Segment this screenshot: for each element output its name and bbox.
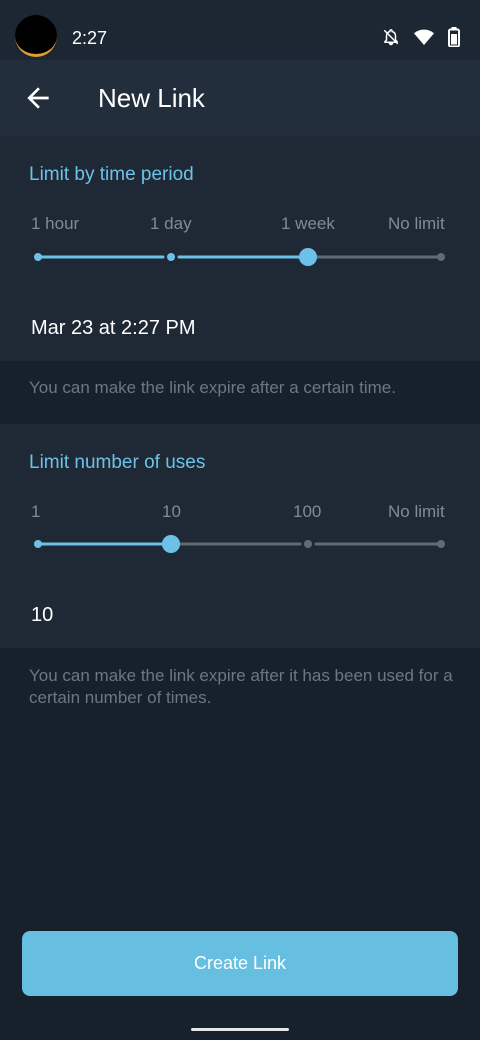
slider-stop-dot	[437, 540, 445, 548]
slider-stop-dot	[167, 253, 175, 261]
slider-stop-dot	[304, 540, 312, 548]
uses-section: Limit number of uses 1 10 100 No limit 1…	[0, 424, 480, 648]
uses-hint: You can make the link expire after it ha…	[29, 666, 453, 707]
app-bar: New Link	[0, 60, 480, 136]
avatar	[15, 15, 57, 57]
back-button[interactable]	[22, 82, 54, 114]
uses-tick-label: 1	[31, 502, 41, 521]
uses-slider[interactable]	[34, 534, 445, 554]
home-indicator	[191, 1028, 289, 1031]
time-period-slider[interactable]	[34, 247, 445, 267]
time-period-title: Limit by time period	[29, 164, 194, 185]
uses-tick-label: 10	[162, 502, 181, 521]
battery-icon	[448, 27, 460, 47]
slider-stop-dot	[34, 253, 42, 261]
create-link-label: Create Link	[193, 953, 287, 973]
bell-off-icon	[382, 28, 400, 46]
slider-stop-dot	[34, 540, 42, 548]
time-tick-label: 1 hour	[31, 214, 80, 233]
uses-value: 10	[31, 604, 54, 626]
expiry-date-value: Mar 23 at 2:27 PM	[31, 317, 196, 339]
uses-title: Limit number of uses	[29, 452, 206, 473]
arrow-left-icon	[27, 87, 49, 109]
uses-tick-label: 100	[293, 502, 322, 521]
status-icons	[382, 27, 460, 47]
slider-stop-dot	[437, 253, 445, 261]
status-bar: 2:27	[0, 0, 480, 60]
time-period-section: Limit by time period 1 hour 1 day 1 week…	[0, 136, 480, 361]
page-title: New Link	[98, 83, 205, 113]
time-period-hint: You can make the link expire after a cer…	[29, 378, 396, 397]
status-time: 2:27	[72, 28, 108, 48]
create-link-button[interactable]: Create Link	[22, 931, 458, 996]
wifi-icon	[414, 29, 434, 46]
time-tick-label: 1 day	[150, 214, 192, 233]
time-tick-label: No limit	[388, 214, 445, 233]
time-tick-label: 1 week	[281, 214, 335, 233]
uses-tick-label: No limit	[388, 502, 445, 521]
slider-thumb[interactable]	[162, 535, 180, 553]
slider-thumb[interactable]	[299, 248, 317, 266]
